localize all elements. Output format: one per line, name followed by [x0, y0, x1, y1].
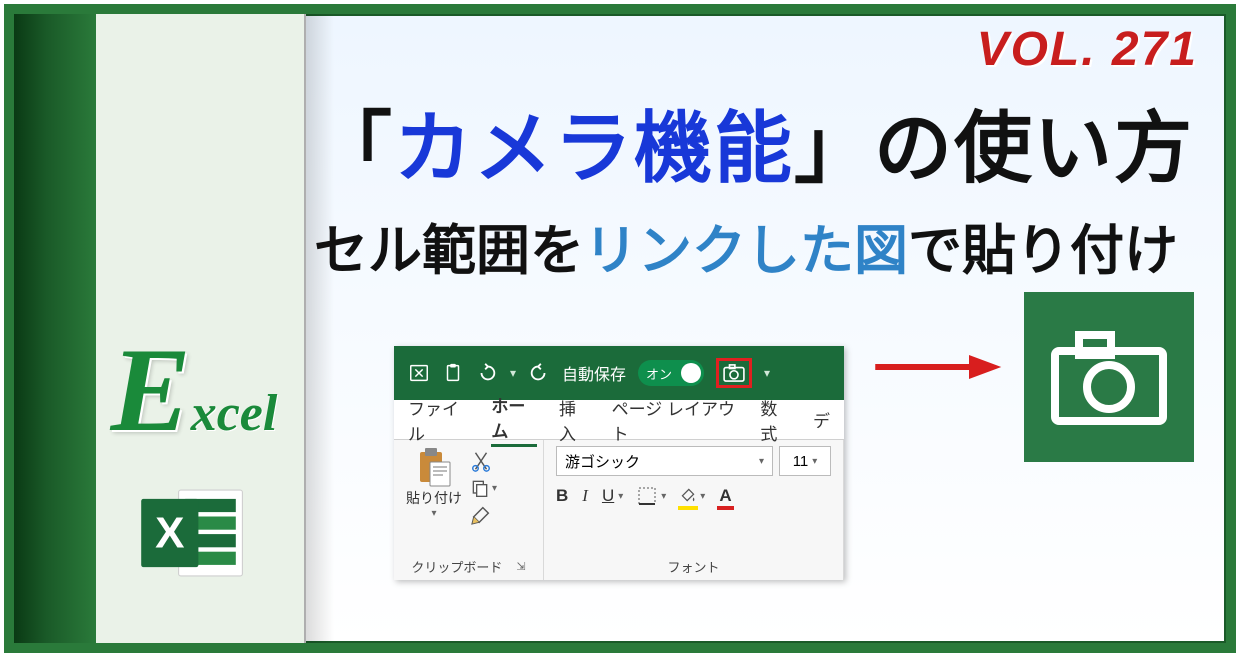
ribbon-groups: 貼り付け ▾ ▾ クリップボード ⇲ — [394, 440, 844, 580]
autosave-toggle[interactable]: オン — [638, 360, 704, 386]
headline-suffix: の使い方 — [874, 104, 1194, 192]
tab-formulas[interactable]: 数式 — [760, 395, 791, 445]
ribbon-tabs: ファイル ホーム 挿入 ページ レイアウト 数式 デ — [394, 400, 844, 440]
customize-qat-dropdown[interactable]: ▾ — [764, 366, 770, 380]
font-size-selector[interactable]: 11 ▾ — [779, 446, 831, 476]
copy-dropdown-icon: ▾ — [492, 483, 497, 494]
feature-name: カメラ機能 — [394, 104, 794, 192]
clipboard-group-label: クリップボード — [411, 557, 502, 576]
toggle-on-text: オン — [646, 364, 672, 383]
paste-label: 貼り付け — [406, 488, 462, 508]
paste-dropdown-icon: ▾ — [431, 508, 436, 519]
excel-wordmark: Excel — [111, 342, 278, 443]
underline-button[interactable]: U — [602, 486, 614, 506]
tab-page-layout[interactable]: ページ レイアウト — [612, 395, 739, 445]
paste-button[interactable]: 貼り付け ▾ — [406, 446, 462, 519]
quick-access-toolbar: ▾ 自動保存 オン ▾ — [394, 346, 844, 400]
volume-tag: VOL. 271 — [977, 22, 1198, 77]
copy-icon — [470, 478, 490, 498]
tab-insert[interactable]: 挿入 — [559, 395, 590, 445]
fill-color-button[interactable] — [680, 486, 696, 506]
svg-text:X: X — [155, 508, 184, 557]
tab-file[interactable]: ファイル — [408, 395, 469, 445]
redo-icon[interactable] — [528, 362, 550, 384]
italic-button[interactable]: I — [582, 486, 588, 506]
callout-arrow-icon — [854, 352, 1024, 382]
font-color-button[interactable]: A — [719, 486, 731, 506]
font-name-selector[interactable]: 游ゴシック ▾ — [556, 446, 773, 476]
excel-e: E — [111, 342, 191, 438]
tab-data-cutoff[interactable]: デ — [813, 407, 830, 432]
borders-button[interactable] — [637, 486, 657, 506]
camera-icon — [723, 364, 745, 382]
quote-close: 」 — [794, 104, 874, 192]
clipboard-group: 貼り付け ▾ ▾ クリップボード ⇲ — [394, 440, 544, 580]
headline-block: 「カメラ機能」の使い方 セル範囲をリンクした図で貼り付け — [314, 86, 1186, 285]
camera-button-highlighted[interactable] — [716, 358, 752, 388]
borders-dropdown[interactable]: ▾ — [661, 491, 666, 502]
cut-icon[interactable] — [470, 450, 492, 472]
chevron-down-icon: ▾ — [812, 456, 817, 467]
font-group: 游ゴシック ▾ 11 ▾ B I U ▾ ▾ — [544, 440, 844, 580]
font-group-label: フォント — [667, 557, 719, 576]
camera-icon-enlarged — [1024, 292, 1194, 462]
excel-ribbon-screenshot: ▾ 自動保存 オン ▾ ファイル ホーム 挿入 ページ レイアウト 数式 デ — [394, 346, 844, 580]
paint-bucket-icon — [680, 487, 696, 503]
clipboard-dialog-launcher[interactable]: ⇲ — [516, 560, 525, 573]
sub-highlight: リンクした図 — [584, 221, 908, 281]
excel-xcel: xcel — [191, 385, 278, 442]
font-name-value: 游ゴシック — [565, 451, 640, 472]
paste-icon — [416, 446, 452, 488]
format-painter-icon[interactable] — [470, 504, 492, 526]
quote-open: 「 — [314, 104, 394, 192]
sub-prefix: セル範囲を — [314, 221, 584, 281]
sub-suffix: で貼り付け — [908, 221, 1178, 281]
thumbnail-frame: VOL. 271 Excel X 「カメラ機能」の使い方 セル範囲をリンクした図… — [4, 4, 1236, 653]
underline-dropdown[interactable]: ▾ — [618, 491, 623, 502]
excel-logo-icon: X — [139, 483, 249, 583]
clipboard-icon[interactable] — [442, 362, 464, 384]
tab-home[interactable]: ホーム — [491, 392, 537, 447]
undo-icon[interactable] — [476, 362, 498, 384]
autosave-label: 自動保存 — [562, 361, 626, 385]
left-panel: Excel X — [14, 14, 306, 643]
copy-button[interactable]: ▾ — [470, 478, 497, 498]
headline-main: 「カメラ機能」の使い方 — [314, 86, 1186, 198]
bold-button[interactable]: B — [556, 486, 568, 506]
camera-icon — [1049, 327, 1169, 427]
chevron-down-icon: ▾ — [759, 456, 764, 467]
font-size-value: 11 — [793, 453, 809, 470]
excel-app-icon[interactable] — [408, 362, 430, 384]
headline-sub: セル範囲をリンクした図で貼り付け — [314, 206, 1186, 285]
undo-dropdown[interactable]: ▾ — [510, 366, 516, 380]
fill-color-dropdown[interactable]: ▾ — [700, 491, 705, 502]
